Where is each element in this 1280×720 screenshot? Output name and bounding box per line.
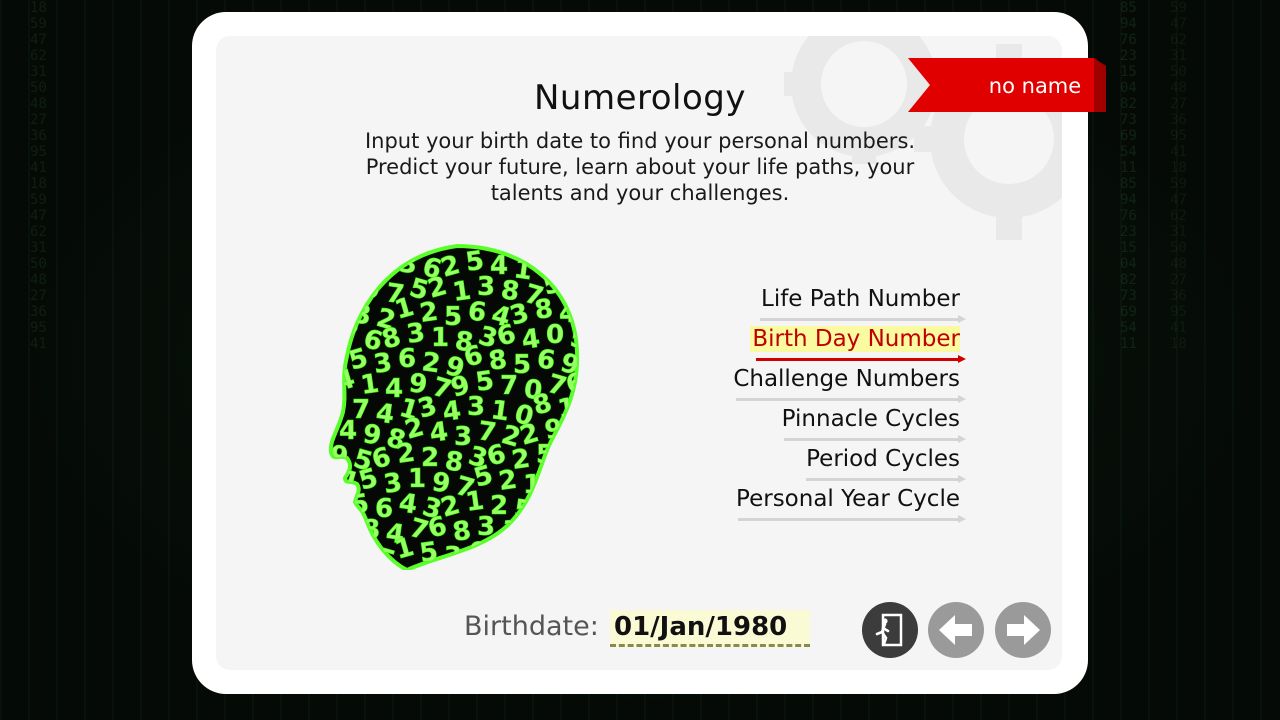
forward-button[interactable] [995,602,1051,658]
head-digit: 6 [566,273,585,305]
menu-item-birth-day-number[interactable]: Birth Day Number [690,324,966,364]
head-digit: 2 [325,244,348,278]
head-digit: 3 [553,247,579,281]
arrow-right-icon [958,515,966,523]
head-digit: 6 [566,513,585,545]
exit-button[interactable] [862,602,918,658]
menu-underline [736,398,960,401]
arrow-right-icon [958,395,966,403]
description-line: Input your birth date to find your perso… [364,129,916,153]
head-digit: 4 [558,443,580,475]
back-button[interactable] [928,602,984,658]
head-digit: 6 [533,534,555,566]
menu-underline [738,518,960,521]
menu-item-label: Birth Day Number [750,326,960,352]
exit-door-icon [875,613,903,647]
numbers-menu: Life Path Number Birth Day Number Challe… [690,284,966,524]
menu-underline [806,478,960,481]
head-digit: 5 [512,494,534,526]
arrow-right-icon [1007,615,1040,645]
head-digit: 2 [349,249,371,281]
arrow-right-icon [958,315,966,323]
menu-item-label: Challenge Numbers [733,366,960,392]
background-digits-column: 1859476231504827369541185947623150482736… [30,0,47,352]
head-digit: 0 [351,539,373,570]
head-digit: 3 [540,508,566,542]
menu-item-label: Personal Year Cycle [736,486,960,512]
birthdate-label: Birthdate: [464,611,599,642]
arrow-right-icon [958,435,966,443]
menu-item-label: Period Cycles [806,446,960,472]
head-digit: 1 [336,270,358,302]
numerology-head-illustration: 2283625415319752138756432125643847683183… [325,243,585,570]
menu-underline [784,438,960,441]
birthdate-value[interactable]: 01/Jan/1980 [614,612,787,642]
arrow-right-icon [958,475,966,483]
menu-item-label: Pinnacle Cycles [781,406,960,432]
head-digit: 2 [488,540,514,570]
page-title: Numerology [533,78,746,118]
user-name-label: no name [988,74,1082,98]
page-description: Input your birth date to find your perso… [350,128,930,206]
menu-item-period-cycles[interactable]: Period Cycles [690,444,966,484]
head-digit: 4 [329,296,347,326]
background-digits-column: 8594762315048273695411859476231504827369… [1120,0,1137,352]
head-digit: 3 [545,464,567,496]
menu-item-label: Life Path Number [761,286,960,312]
background-digits-column: 5947623150482736954118594762315048273695… [1170,0,1187,352]
menu-item-challenge-numbers[interactable]: Challenge Numbers [690,364,966,404]
menu-item-pinnacle-cycles[interactable]: Pinnacle Cycles [690,404,966,444]
head-digit: 8 [521,519,547,553]
head-digit: 7 [325,484,348,518]
head-digit: 4 [329,536,347,566]
arrow-left-icon [939,615,972,645]
menu-item-personal-year-cycle[interactable]: Personal Year Cycle [690,484,966,524]
head-digit: 8 [559,539,577,569]
menu-underline [756,358,960,361]
head-digit: 6 [534,489,560,523]
head-digit: 3 [336,510,358,542]
head-digit: 0 [569,419,585,449]
arrow-right-icon [958,355,966,363]
head-digit: 8 [567,468,585,502]
description-line: Predict your future, learn about your li… [365,155,915,179]
head-digit: 4 [553,487,579,521]
description-line: talents and your challenges. [490,181,790,205]
head-digit: 9 [507,538,533,570]
menu-underline [760,318,960,321]
menu-item-life-path-number[interactable]: Life Path Number [690,284,966,324]
